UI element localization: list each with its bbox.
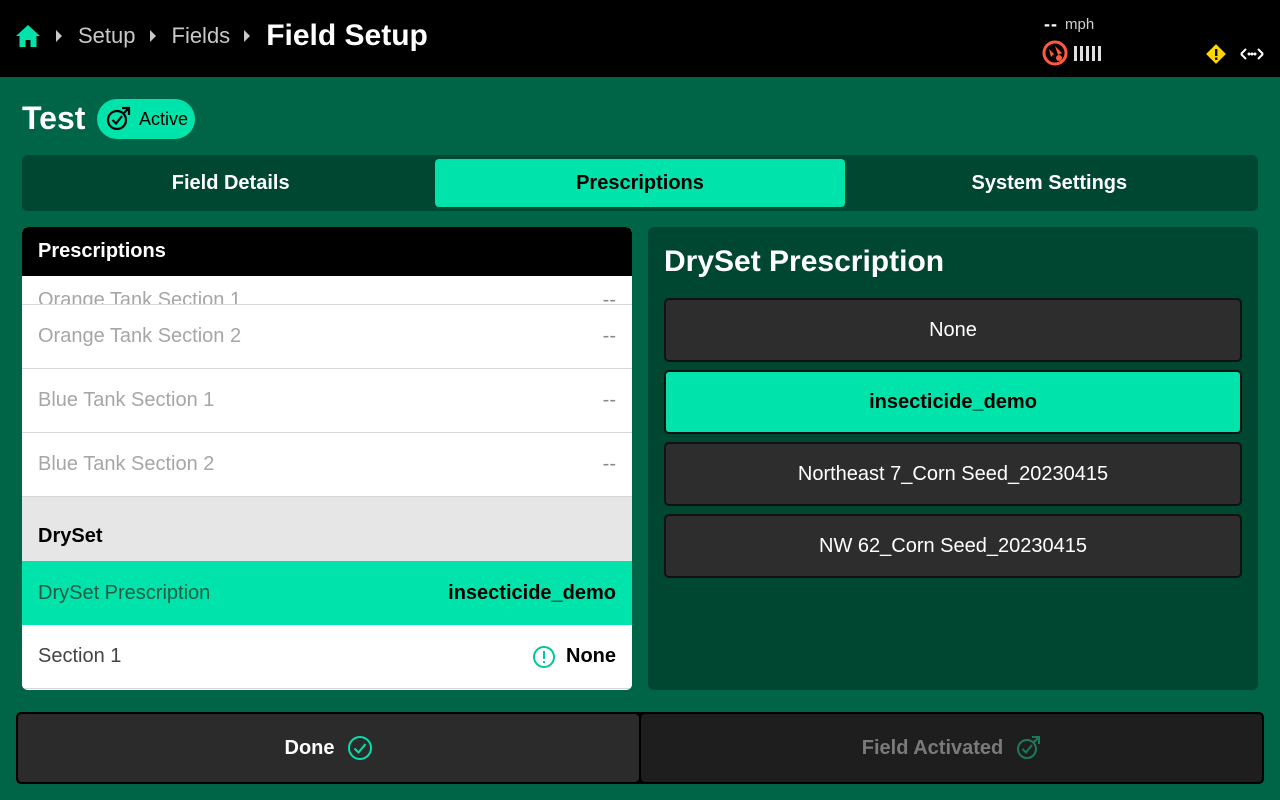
option-northeast-7-button[interactable]: Northeast 7_Corn Seed_20230415 [664, 442, 1242, 506]
check-circle-icon [347, 736, 372, 760]
gps-alert-icon [1042, 40, 1068, 66]
signal-bars-icon [1074, 45, 1101, 61]
group-header: DrySet [22, 497, 632, 561]
list-item-value: None [566, 645, 616, 667]
prescription-options-panel: DrySet Prescription None insecticide_dem… [648, 227, 1258, 690]
list-item-value: -- [602, 453, 616, 475]
panel-title: DrySet Prescription [664, 245, 945, 278]
breadcrumb-fields[interactable]: Fields [172, 23, 231, 49]
list-item[interactable]: Section 1 None [22, 625, 632, 689]
list-item-label: DrySet Prescription [38, 581, 211, 604]
list-item-label: Orange Tank Section 1 [38, 289, 242, 305]
prescriptions-list[interactable]: Orange Tank Section 1 -- Orange Tank Sec… [22, 276, 632, 689]
list-item-label: Orange Tank Section 2 [38, 325, 242, 347]
top-bar: Setup Fields Field Setup -- mph [0, 0, 1280, 77]
option-none-button[interactable]: None [664, 298, 1242, 362]
tab-field-details[interactable]: Field Details [26, 159, 435, 207]
list-item[interactable]: Orange Tank Section 1 -- [22, 276, 632, 305]
connection-icon[interactable] [1239, 44, 1265, 64]
chevron-right-icon [244, 30, 251, 42]
breadcrumb-setup[interactable]: Setup [78, 23, 136, 49]
tab-system-settings[interactable]: System Settings [845, 159, 1254, 207]
list-item[interactable]: Blue Tank Section 2 -- [22, 433, 632, 497]
field-activated-button[interactable]: Field Activated [641, 714, 1262, 782]
list-item-selected[interactable]: DrySet Prescription insecticide_demo [22, 561, 632, 625]
list-item-value: -- [602, 389, 616, 411]
field-name: Test [22, 100, 86, 136]
status-badge-label: Active [139, 108, 189, 129]
tab-bar: Field Details Prescriptions System Setti… [22, 155, 1258, 211]
list-item-value: -- [602, 325, 616, 347]
warning-icon[interactable] [1205, 43, 1227, 65]
speed-unit: mph [1065, 16, 1095, 33]
list-item-label: Section 1 [38, 645, 122, 667]
field-activated-label: Field Activated [861, 736, 1004, 759]
gps-status[interactable] [1042, 40, 1101, 66]
chevron-right-icon [56, 30, 62, 42]
done-button-label: Done [284, 736, 335, 759]
active-check-icon [106, 106, 131, 131]
done-button[interactable]: Done [18, 714, 639, 782]
home-icon[interactable] [14, 22, 42, 50]
chevron-right-icon [149, 30, 156, 42]
speed-value: -- [1044, 14, 1058, 34]
option-insecticide-demo-button[interactable]: insecticide_demo [664, 370, 1242, 434]
prescriptions-list-panel[interactable]: Prescriptions Orange Tank Section 1 -- O… [22, 227, 632, 690]
list-item[interactable]: Orange Tank Section 2 -- [22, 305, 632, 369]
list-item-label: Blue Tank Section 2 [38, 453, 215, 475]
status-badge: Active [97, 99, 195, 139]
footer-bar: Done Field Activated [16, 712, 1264, 784]
option-nw-62-button[interactable]: NW 62_Corn Seed_20230415 [664, 514, 1242, 578]
list-item-label: Blue Tank Section 1 [38, 389, 215, 411]
list-item-value: insecticide_demo [448, 581, 616, 604]
list-item[interactable]: Blue Tank Section 1 -- [22, 369, 632, 433]
page-title: Field Setup [266, 19, 428, 52]
list-item-value: -- [602, 289, 616, 305]
activated-check-icon [1017, 736, 1041, 759]
panel-title: Prescriptions [22, 227, 632, 276]
list-item-value-wrap: None [532, 645, 616, 669]
speed-readout: -- mph [1044, 14, 1094, 35]
breadcrumb: Setup Fields Field Setup [14, 18, 428, 54]
tab-prescriptions[interactable]: Prescriptions [435, 159, 845, 207]
alert-circle-icon [533, 645, 555, 668]
